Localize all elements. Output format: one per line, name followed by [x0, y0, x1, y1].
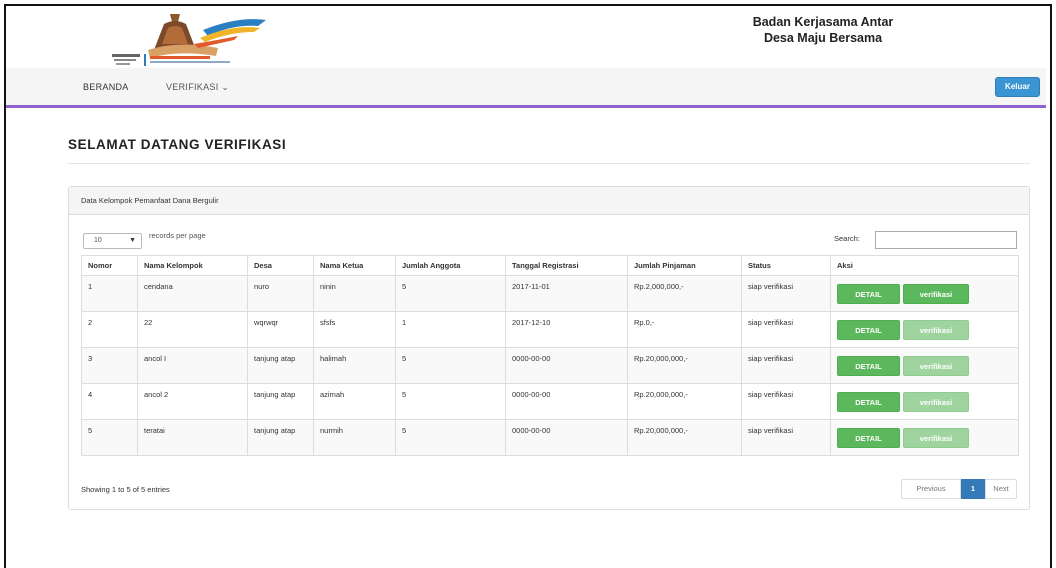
cell-status: siap verifikasi: [741, 311, 831, 348]
cell-nomor: 5: [81, 419, 138, 456]
cell-aksi: DETAIL verifikasi: [830, 275, 1019, 312]
cell-nama-kelompok: cendana: [137, 275, 248, 312]
cell-jumlah-anggota: 5: [395, 347, 506, 384]
cell-nomor: 4: [81, 383, 138, 420]
verifikasi-button[interactable]: verifikasi: [903, 356, 969, 376]
detail-button[interactable]: DETAIL: [837, 356, 900, 376]
cell-desa: nuro: [247, 275, 314, 312]
cell-tanggal-registrasi: 0000-00-00: [505, 347, 628, 384]
detail-button[interactable]: DETAIL: [837, 284, 900, 304]
data-table: Nomor Nama Kelompok Desa Nama Ketua Juml…: [81, 255, 1019, 456]
cell-nama-kelompok: ancol 2: [137, 383, 248, 420]
records-per-page-select[interactable]: 10 ▼: [83, 233, 142, 249]
cell-tanggal-registrasi: 0000-00-00: [505, 383, 628, 420]
cell-aksi: DETAIL verifikasi: [830, 347, 1019, 384]
table-row: 3 ancol I tanjung atap halimah 5 0000-00…: [81, 347, 1019, 384]
cell-jumlah-pinjaman: Rp.20,000,000,-: [627, 383, 742, 420]
detail-button[interactable]: DETAIL: [837, 320, 900, 340]
search-input[interactable]: [875, 231, 1017, 249]
verifikasi-button[interactable]: verifikasi: [903, 428, 969, 448]
pagination-previous[interactable]: Previous: [901, 479, 961, 499]
table-row: 1 cendana nuro ninin 5 2017-11-01 Rp.2,0…: [81, 275, 1019, 312]
column-header[interactable]: Desa: [247, 255, 314, 276]
page-title: SELAMAT DATANG VERIFIKASI: [68, 137, 287, 152]
nav-verifikasi-dropdown[interactable]: VERIFIKASI ⌄: [166, 82, 229, 93]
cell-tanggal-registrasi: 0000-00-00: [505, 419, 628, 456]
verifikasi-button[interactable]: verifikasi: [903, 284, 969, 304]
cell-nomor: 1: [81, 275, 138, 312]
logo: [108, 10, 270, 68]
table-row: 2 22 wqrwqr sfsfs 1 2017-12-10 Rp.0,- si…: [81, 311, 1019, 348]
cell-status: siap verifikasi: [741, 347, 831, 384]
cell-nama-ketua: nurmih: [313, 419, 396, 456]
table-row: 5 teratai tanjung atap nurmih 5 0000-00-…: [81, 419, 1019, 456]
cell-tanggal-registrasi: 2017-12-10: [505, 311, 628, 348]
cell-status: siap verifikasi: [741, 383, 831, 420]
cell-tanggal-registrasi: 2017-11-01: [505, 275, 628, 312]
cell-jumlah-pinjaman: Rp.20,000,000,-: [627, 347, 742, 384]
header: Badan Kerjasama Antar Desa Maju Bersama: [10, 6, 1044, 68]
pagination: Previous 1 Next: [901, 479, 1017, 499]
cell-desa: wqrwqr: [247, 311, 314, 348]
column-header[interactable]: Jumlah Pinjaman: [627, 255, 742, 276]
records-per-page-value: 10: [94, 237, 102, 244]
table-info: Showing 1 to 5 of 5 entries: [81, 485, 170, 494]
title-divider: [68, 163, 1030, 164]
cell-jumlah-anggota: 5: [395, 383, 506, 420]
navbar: BERANDA VERIFIKASI ⌄ Keluar: [6, 68, 1046, 108]
table-row: 4 ancol 2 tanjung atap azimah 5 0000-00-…: [81, 383, 1019, 420]
pagination-page-1[interactable]: 1: [961, 479, 985, 499]
cell-nama-ketua: sfsfs: [313, 311, 396, 348]
search-label: Search:: [834, 234, 860, 243]
detail-button[interactable]: DETAIL: [837, 392, 900, 412]
verifikasi-button[interactable]: verifikasi: [903, 320, 969, 340]
cell-nama-kelompok: ancol I: [137, 347, 248, 384]
column-header: Aksi: [830, 255, 1019, 276]
dropdown-arrow-icon: ▼: [129, 237, 136, 244]
cell-nama-kelompok: 22: [137, 311, 248, 348]
pagination-next[interactable]: Next: [985, 479, 1017, 499]
column-header[interactable]: Status: [741, 255, 831, 276]
cell-desa: tanjung atap: [247, 419, 314, 456]
cell-jumlah-pinjaman: Rp.2,000,000,-: [627, 275, 742, 312]
cell-aksi: DETAIL verifikasi: [830, 383, 1019, 420]
cell-desa: tanjung atap: [247, 347, 314, 384]
cell-nomor: 2: [81, 311, 138, 348]
column-header[interactable]: Nomor: [81, 255, 138, 276]
records-per-page-label: records per page: [149, 231, 206, 240]
cell-jumlah-anggota: 5: [395, 419, 506, 456]
column-header[interactable]: Nama Kelompok: [137, 255, 248, 276]
nav-beranda[interactable]: BERANDA: [83, 82, 129, 92]
cell-nomor: 3: [81, 347, 138, 384]
column-header[interactable]: Jumlah Anggota: [395, 255, 506, 276]
cell-nama-ketua: ninin: [313, 275, 396, 312]
column-header[interactable]: Nama Ketua: [313, 255, 396, 276]
cell-desa: tanjung atap: [247, 383, 314, 420]
cell-aksi: DETAIL verifikasi: [830, 419, 1019, 456]
cell-status: siap verifikasi: [741, 419, 831, 456]
detail-button[interactable]: DETAIL: [837, 428, 900, 448]
cell-jumlah-anggota: 5: [395, 275, 506, 312]
data-panel: Data Kelompok Pemanfaat Dana Bergulir 10…: [68, 186, 1030, 510]
org-title: Badan Kerjasama Antar Desa Maju Bersama: [752, 15, 894, 45]
cell-nama-ketua: halimah: [313, 347, 396, 384]
cell-status: siap verifikasi: [741, 275, 831, 312]
verifikasi-button[interactable]: verifikasi: [903, 392, 969, 412]
cell-jumlah-pinjaman: Rp.0,-: [627, 311, 742, 348]
cell-jumlah-pinjaman: Rp.20,000,000,-: [627, 419, 742, 456]
cell-jumlah-anggota: 1: [395, 311, 506, 348]
table-header-row: Nomor Nama Kelompok Desa Nama Ketua Juml…: [81, 255, 1019, 276]
cell-aksi: DETAIL verifikasi: [830, 311, 1019, 348]
column-header[interactable]: Tanggal Registrasi: [505, 255, 628, 276]
cell-nama-ketua: azimah: [313, 383, 396, 420]
logout-button[interactable]: Keluar: [995, 77, 1040, 97]
panel-heading: Data Kelompok Pemanfaat Dana Bergulir: [69, 187, 1029, 215]
cell-nama-kelompok: teratai: [137, 419, 248, 456]
